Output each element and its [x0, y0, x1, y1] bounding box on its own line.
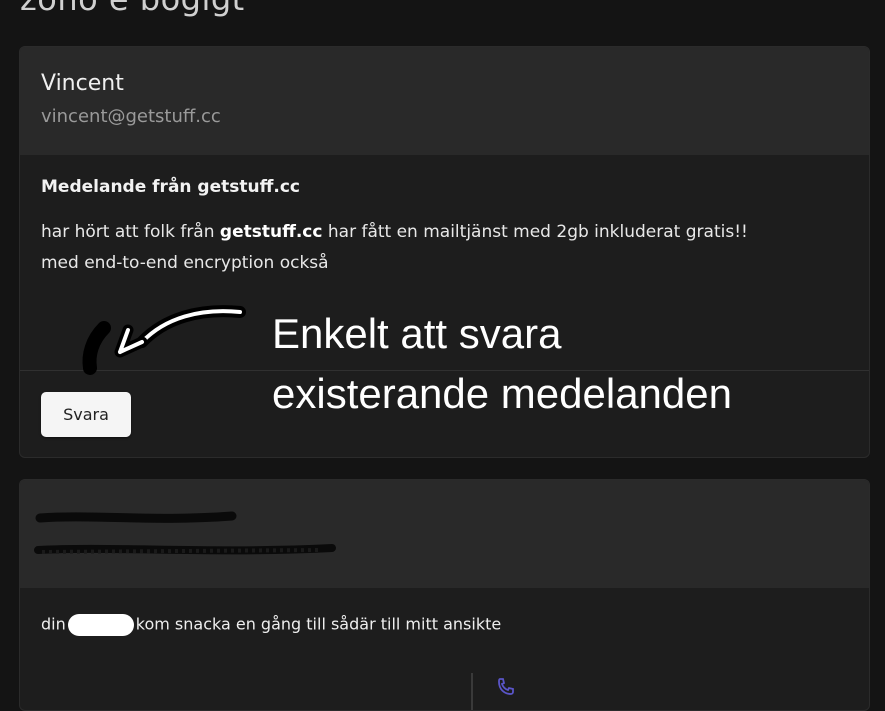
message-suffix: kom snacka en gång till sådär till mitt …: [135, 614, 502, 634]
redaction-scribble: [34, 511, 336, 555]
message-body: Medelande från getstuff.cc har hört att …: [20, 155, 869, 279]
message-body-2: din kom snacka en gång till sådär till mi…: [20, 588, 869, 636]
message-text-bold: getstuff.cc: [219, 222, 323, 242]
message-card-2: din kom snacka en gång till sådär till mi…: [19, 479, 870, 711]
message-text-2: din kom snacka en gång till sådär till mi…: [41, 614, 848, 636]
page-title: zono e bögigt: [20, 0, 245, 18]
redaction-blot: [67, 614, 134, 636]
message-text-part2: har fått en mailtjänst med 2gb inkludera…: [322, 222, 748, 242]
reply-button[interactable]: Svara: [41, 392, 131, 437]
arrow-annotation-icon: [82, 305, 246, 375]
annotation-text: Enkelt att svara existerande medelanden: [272, 304, 732, 424]
message-prefix: din: [41, 614, 66, 634]
phone-icon[interactable]: [496, 677, 516, 697]
sender-name: Vincent: [41, 71, 124, 96]
message-text-part1: har hört att folk från: [41, 222, 220, 242]
message-subject: Medelande från getstuff.cc: [41, 177, 300, 197]
message-header-2: [20, 480, 869, 588]
message-text: har hört att folk från getstuff.cc har f…: [41, 217, 848, 279]
annotation-line1: Enkelt att svara: [272, 310, 562, 357]
message-text-line2: med end-to-end encryption också: [41, 253, 329, 273]
sender-email: vincent@getstuff.cc: [41, 106, 221, 127]
message-header: Vincent vincent@getstuff.cc: [20, 47, 869, 155]
annotation-line2: existerande medelanden: [272, 370, 732, 417]
vertical-separator: [471, 673, 473, 710]
